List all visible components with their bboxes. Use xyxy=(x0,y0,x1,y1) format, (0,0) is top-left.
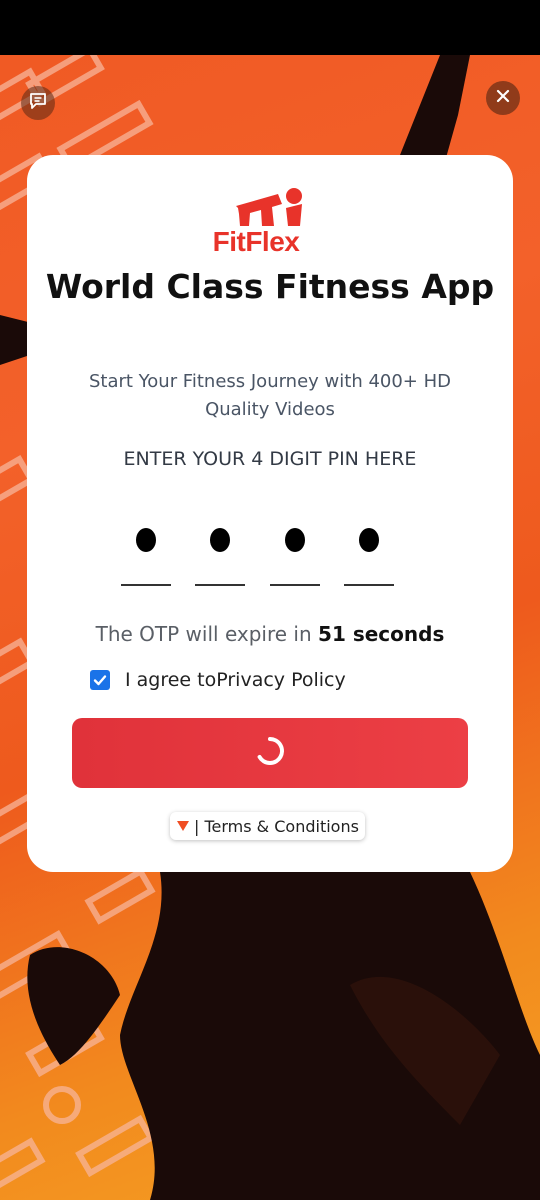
brand-name: FitFlex xyxy=(212,226,300,257)
pin-digit-3[interactable] xyxy=(270,520,320,588)
pin-underline xyxy=(121,584,171,586)
pin-label: ENTER YOUR 4 DIGIT PIN HERE xyxy=(123,448,417,470)
close-icon xyxy=(495,88,511,108)
pin-dot xyxy=(210,528,230,552)
agree-label[interactable]: I agree toPrivacy Policy xyxy=(125,669,346,691)
pin-underline xyxy=(344,584,394,586)
spinner-icon xyxy=(254,735,286,771)
pin-dot xyxy=(285,528,305,552)
agreement-row: I agree toPrivacy Policy xyxy=(90,666,346,694)
feedback-icon xyxy=(28,91,48,115)
otp-expiry-text: The OTP will expire in 51 seconds xyxy=(40,622,500,646)
pin-digit-1[interactable] xyxy=(121,520,171,588)
submit-button[interactable] xyxy=(72,718,468,788)
pin-dot xyxy=(136,528,156,552)
pin-digit-2[interactable] xyxy=(195,520,245,588)
otp-expiry-prefix: The OTP will expire in xyxy=(95,622,312,646)
agree-checkbox[interactable] xyxy=(90,670,110,690)
terms-label: | Terms & Conditions xyxy=(194,816,359,836)
pin-dot xyxy=(359,528,379,552)
checkmark-icon xyxy=(93,675,107,686)
page-title: World Class Fitness App xyxy=(45,267,495,306)
brand-logo: FitFlex xyxy=(186,186,326,258)
terms-link[interactable]: | Terms & Conditions xyxy=(170,812,365,840)
pin-underline xyxy=(195,584,245,586)
pin-digit-4[interactable] xyxy=(344,520,394,588)
status-bar xyxy=(0,0,540,55)
feedback-button[interactable] xyxy=(21,86,55,120)
triangle-down-icon xyxy=(176,817,190,836)
otp-countdown: 51 seconds xyxy=(318,622,445,646)
page-subtitle: Start Your Fitness Journey with 400+ HD … xyxy=(88,371,452,420)
brand-logo-mark xyxy=(236,188,302,226)
close-button[interactable] xyxy=(486,81,520,115)
pin-underline xyxy=(270,584,320,586)
